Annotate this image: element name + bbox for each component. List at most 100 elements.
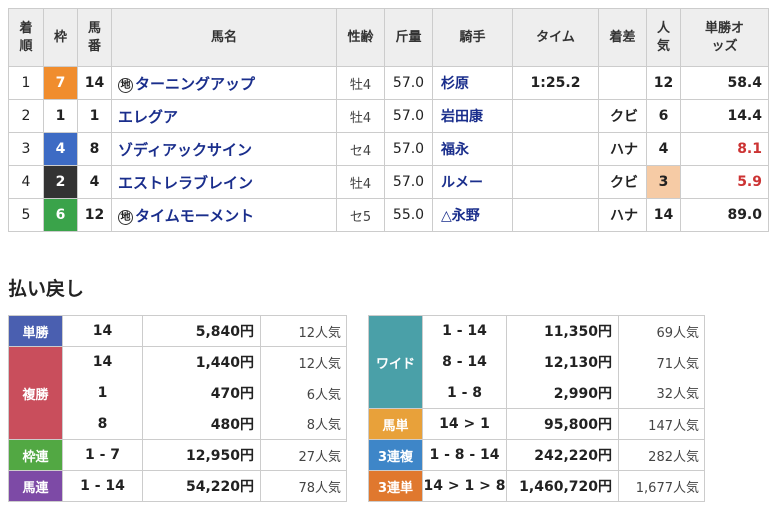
time-cell xyxy=(512,198,599,232)
bet-combination: 1 - 8 xyxy=(422,377,507,409)
payout-row: ワイド 1 - 14 11,350円 69人気 xyxy=(368,315,705,409)
weight-cell: 57.0 xyxy=(384,165,433,199)
payout-amount: 11,350円 xyxy=(506,315,619,347)
payout-amount: 95,800円 xyxy=(506,408,619,440)
result-row: 3 4 8 ゾディアックサイン セ4 57.0 福永 ハナ 4 8.1 xyxy=(8,132,769,166)
jockey-name[interactable]: 杉原 xyxy=(441,76,469,92)
bet-combination: 8 xyxy=(62,408,143,440)
rank-cell: 3 xyxy=(8,132,44,166)
payout-section-title: 払い戻し xyxy=(8,278,85,300)
payout-popularity: 12人気 xyxy=(260,315,347,347)
umaban-cell: 12 xyxy=(77,198,112,232)
payout-popularity: 6人気 xyxy=(260,377,347,409)
payout-row: 単勝 14 5,840円 12人気 xyxy=(8,315,347,347)
jockey-link[interactable]: 岩田康 xyxy=(432,99,513,133)
horse-name-cell[interactable]: 地タイムモーメント xyxy=(111,198,337,232)
bet-type-label: 3連複 xyxy=(368,439,423,471)
jockey-name[interactable]: △永野 xyxy=(441,208,480,224)
odds-cell: 8.1 xyxy=(680,132,769,166)
rank-cell: 4 xyxy=(8,165,44,199)
header-rank: 着順 xyxy=(8,8,44,67)
odds-cell: 14.4 xyxy=(680,99,769,133)
weight-cell: 55.0 xyxy=(384,198,433,232)
payout-amount: 5,840円 xyxy=(142,315,261,347)
horse-name-link[interactable]: エレグア xyxy=(118,108,178,126)
popularity-cell: 14 xyxy=(646,198,681,232)
margin-cell: ハナ xyxy=(598,132,647,166)
time-cell xyxy=(512,99,599,133)
horse-name-link[interactable]: エストレラブレイン xyxy=(118,174,253,192)
bet-combination: 1 - 7 xyxy=(62,439,143,471)
horse-name-cell[interactable]: エレグア xyxy=(111,99,337,133)
popularity-cell: 3 xyxy=(646,165,681,199)
odds-cell: 89.0 xyxy=(680,198,769,232)
result-row: 2 1 1 エレグア 牡4 57.0 岩田康 クビ 6 14.4 xyxy=(8,99,769,133)
header-popularity: 人気 xyxy=(646,8,681,67)
result-row: 4 2 4 エストレラブレイン 牡4 57.0 ルメー クビ 3 5.9 xyxy=(8,165,769,199)
bet-type-label: 枠連 xyxy=(8,439,63,471)
header-margin: 着差 xyxy=(598,8,647,67)
weight-cell: 57.0 xyxy=(384,132,433,166)
result-row: 1 7 14 地ターニングアップ 牡4 57.0 杉原 1:25.2 12 58.4 xyxy=(8,66,769,100)
time-cell: 1:25.2 xyxy=(512,66,599,100)
jockey-name[interactable]: 福永 xyxy=(441,142,469,158)
margin-cell: クビ xyxy=(598,99,647,133)
margin-cell: ハナ xyxy=(598,198,647,232)
payout-table-left: 単勝 14 5,840円 12人気 複勝 14 1,440円 12人気 1 470円 6人気 8 480… xyxy=(8,315,347,502)
payout-row: 馬連 1 - 14 54,220円 78人気 xyxy=(8,470,347,502)
bet-combination: 8 - 14 xyxy=(422,346,507,378)
jockey-name[interactable]: 岩田康 xyxy=(441,109,483,125)
umaban-cell: 8 xyxy=(77,132,112,166)
jockey-link[interactable]: 福永 xyxy=(432,132,513,166)
header-jockey: 騎手 xyxy=(432,8,513,67)
results-body: 1 7 14 地ターニングアップ 牡4 57.0 杉原 1:25.2 12 58.4 2 1 1 エレグア… xyxy=(8,66,769,232)
bet-type-label: 3連単 xyxy=(368,470,423,502)
horse-name-link[interactable]: ゾディアックサイン xyxy=(118,141,252,159)
bet-type-label: 単勝 xyxy=(8,315,63,347)
payout-amount: 480円 xyxy=(142,408,261,440)
payout-popularity: 1,677人気 xyxy=(618,470,705,502)
payout-row: 3連単 14 > 1 > 8 1,460,720円 1,677人気 xyxy=(368,470,705,502)
payout-popularity: 147人気 xyxy=(618,408,705,440)
jockey-link[interactable]: 杉原 xyxy=(432,66,513,100)
horse-name-link[interactable]: タイムモーメント xyxy=(135,207,254,225)
waku-badge: 7 xyxy=(43,66,78,100)
payout-amount: 242,220円 xyxy=(506,439,619,471)
header-time: タイム xyxy=(512,8,599,67)
umaban-cell: 1 xyxy=(77,99,112,133)
popularity-cell: 6 xyxy=(646,99,681,133)
margin-cell xyxy=(598,66,647,100)
payout-table-right: ワイド 1 - 14 11,350円 69人気 8 - 14 12,130円 71人気 1 -… xyxy=(368,315,705,502)
margin-cell: クビ xyxy=(598,165,647,199)
horse-name-cell[interactable]: ゾディアックサイン xyxy=(111,132,337,166)
bet-combination: 14 > 1 xyxy=(422,408,507,440)
sex-age-cell: セ4 xyxy=(336,132,385,166)
payout-popularity: 27人気 xyxy=(260,439,347,471)
chiho-badge-icon: 地 xyxy=(118,77,133,93)
odds-cell: 5.9 xyxy=(680,165,769,199)
bet-combination: 14 xyxy=(62,346,143,378)
header-odds: 単勝オッズ xyxy=(680,8,769,67)
odds-cell: 58.4 xyxy=(680,66,769,100)
waku-badge: 2 xyxy=(43,165,78,199)
sex-age-cell: セ5 xyxy=(336,198,385,232)
payout-amount: 1,460,720円 xyxy=(506,470,619,502)
umaban-cell: 14 xyxy=(77,66,112,100)
horse-name-link[interactable]: ターニングアップ xyxy=(135,75,255,93)
bet-combination: 1 - 14 xyxy=(422,315,507,347)
jockey-name[interactable]: ルメー xyxy=(441,175,483,191)
jockey-link[interactable]: ルメー xyxy=(432,165,513,199)
race-results-table: 着順 枠 馬番 馬名 性齢 斤量 騎手 タイム 着差 人気 単勝オッズ 1 7 14… xyxy=(8,8,769,232)
results-header-row: 着順 枠 馬番 馬名 性齢 斤量 騎手 タイム 着差 人気 単勝オッズ xyxy=(8,8,769,67)
horse-name-cell[interactable]: 地ターニングアップ xyxy=(111,66,337,100)
payout-amount: 12,950円 xyxy=(142,439,261,471)
payout-popularity: 32人気 xyxy=(618,377,705,409)
waku-badge: 6 xyxy=(43,198,78,232)
payout-amount: 470円 xyxy=(142,377,261,409)
rank-cell: 1 xyxy=(8,66,44,100)
payout-amount: 54,220円 xyxy=(142,470,261,502)
horse-name-cell[interactable]: エストレラブレイン xyxy=(111,165,337,199)
payout-popularity: 78人気 xyxy=(260,470,347,502)
jockey-link[interactable]: △永野 xyxy=(432,198,513,232)
bet-combination: 1 - 8 - 14 xyxy=(422,439,507,471)
